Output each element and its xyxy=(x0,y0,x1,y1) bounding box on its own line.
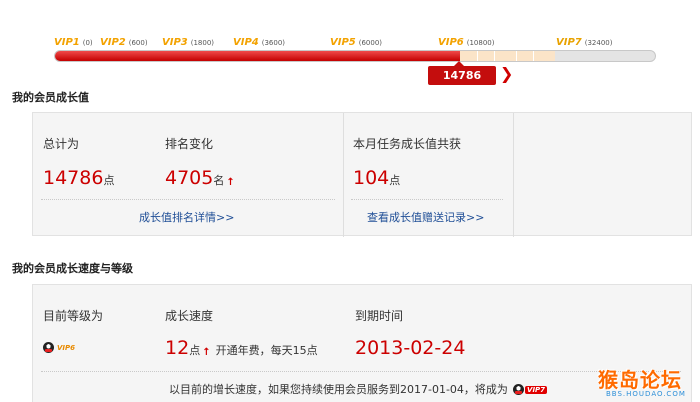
up-arrow-icon: ↑ xyxy=(202,347,211,358)
vip-level-name: VIP7 xyxy=(556,37,582,48)
watermark-url: BBS.HOUDAO.COM xyxy=(606,390,686,398)
vip-level-7: VIP7 (32400) xyxy=(556,34,612,49)
penguin-icon xyxy=(513,384,525,395)
vip-level-name: VIP6 xyxy=(438,37,464,48)
level-forecast-text: 以目前的增长速度，如果您持续使用会员服务到2017-01-04，将成为 xyxy=(169,383,508,396)
vip-level-name: VIP2 xyxy=(100,37,126,48)
monthly-task-growth-value: 104点 xyxy=(353,167,400,189)
vip-level-name: VIP3 xyxy=(162,37,188,48)
vip-level-name: VIP4 xyxy=(233,37,259,48)
expiry-date: 2013-02-24 xyxy=(355,337,466,359)
vip-level-4: VIP4 (3600) xyxy=(233,34,285,49)
vip-level-5: VIP5 (6000) xyxy=(330,34,382,49)
watermark-logo-text: 猴岛论坛 xyxy=(598,368,682,392)
current-level-label: 目前等级为 xyxy=(43,309,104,323)
rank-change-value: 4705名 ↑ xyxy=(165,167,235,189)
forum-watermark: 猴岛论坛 BBS.HOUDAO.COM xyxy=(598,364,698,402)
growth-speed-value: 12点 ↑ 开通年费，每天15点 xyxy=(165,337,318,359)
vip-level-labels: VIP1 (0) VIP2 (600) VIP3 (1800) VIP4 (3600) … xyxy=(0,0,700,50)
up-arrow-icon: ↑ xyxy=(226,177,235,188)
vip-level-3: VIP3 (1800) xyxy=(162,34,214,49)
level-forecast: 以目前的增长速度，如果您持续使用会员服务到2017-01-04，将成为 VIP7 xyxy=(169,378,548,398)
total-growth-unit: 点 xyxy=(103,174,115,187)
growth-speed-label: 成长速度 xyxy=(165,309,214,323)
rank-change-unit: 名 xyxy=(213,174,225,187)
growth-speed-note: 开通年费，每天15点 xyxy=(215,344,318,357)
vip-level-threshold: (32400) xyxy=(584,39,613,47)
growth-speed-unit: 点 xyxy=(189,344,201,357)
vip-level-name: VIP5 xyxy=(330,37,356,48)
growth-speed-number: 12 xyxy=(165,337,190,359)
growth-speed-panel: 目前等级为 VIP6 成长速度 12点 ↑ 开通年费，每天15点 到期时间 201… xyxy=(32,284,692,402)
expiry-label: 到期时间 xyxy=(355,309,404,323)
vip-level-threshold: (6000) xyxy=(358,39,383,47)
vip-level-2: VIP2 (600) xyxy=(100,34,148,49)
current-level-badge: VIP6 xyxy=(43,337,77,356)
total-growth-value: 14786点 xyxy=(43,167,114,189)
monthly-task-growth-number: 104 xyxy=(353,167,390,189)
vip-level-threshold: (10800) xyxy=(466,39,495,47)
growth-gift-record-link[interactable]: 查看成长值赠送记录>> xyxy=(367,209,484,225)
monthly-task-growth-label: 本月任务成长值共获 xyxy=(353,137,462,151)
vip-progress-fill xyxy=(55,51,460,61)
growth-rank-detail-link[interactable]: 成长值排名详情>> xyxy=(139,209,234,225)
vip-level-threshold: (600) xyxy=(128,39,148,47)
rank-change-number: 4705 xyxy=(165,167,214,189)
vip-level-threshold: (0) xyxy=(82,39,93,47)
vip-level-1: VIP1 (0) xyxy=(54,34,93,49)
vip-level-threshold: (3600) xyxy=(261,39,286,47)
vip-progress-track xyxy=(54,50,656,62)
growth-value-panel: 总计为 14786点 排名变化 4705名 ↑ 本月任务成长值共获 104点 成长… xyxy=(32,112,692,237)
growth-speed-section-title: 我的会员成长速度与等级 xyxy=(12,262,133,275)
vip-badge-label: VIP7 xyxy=(525,385,548,394)
penguin-icon xyxy=(43,342,54,353)
vip-progress-pending xyxy=(460,51,555,61)
forecast-level-badge: VIP7 xyxy=(513,379,548,398)
growth-value-section-title: 我的会员成长值 xyxy=(12,91,89,104)
total-growth-number: 14786 xyxy=(43,167,104,189)
vip-badge-label: VIP6 xyxy=(57,343,76,352)
vip-level-name: VIP1 xyxy=(54,37,80,48)
rank-change-label: 排名变化 xyxy=(165,137,214,151)
vip-level-6: VIP6 (10800) xyxy=(438,34,494,49)
current-growth-marker: 14786 xyxy=(428,61,496,85)
monthly-task-growth-unit: 点 xyxy=(389,174,401,187)
total-growth-label: 总计为 xyxy=(43,137,80,151)
chevron-right-icon[interactable]: ❯ xyxy=(500,64,513,84)
vip-level-threshold: (1800) xyxy=(190,39,215,47)
